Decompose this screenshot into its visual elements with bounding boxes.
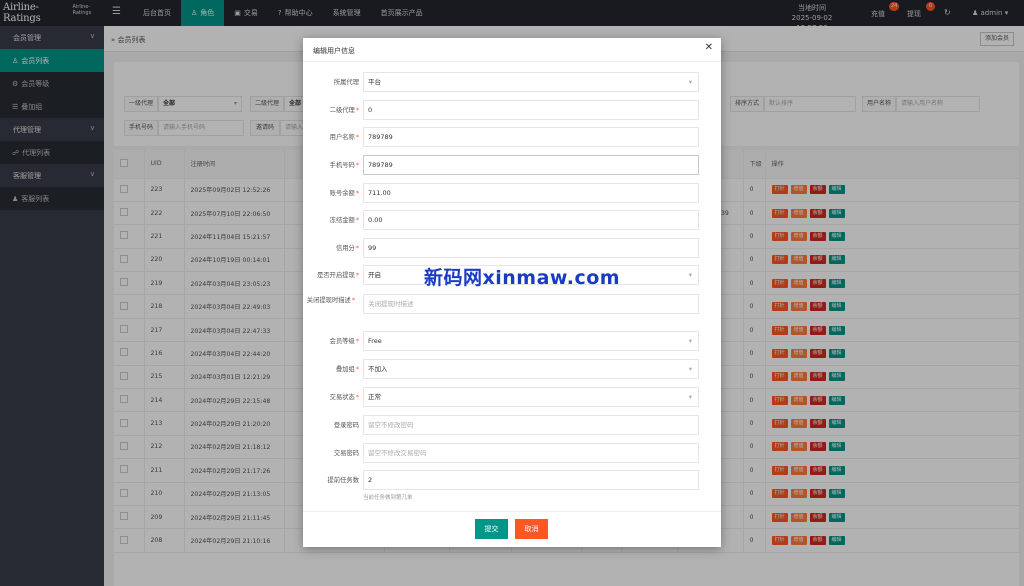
input-3[interactable]: 789789: [363, 155, 699, 175]
form-label-text: 会员等级: [329, 338, 355, 345]
input-5[interactable]: 0.00: [363, 210, 699, 230]
required-mark: *: [355, 217, 359, 224]
input-6[interactable]: 99: [363, 238, 699, 258]
form-label-text: 所属代理: [333, 79, 359, 86]
watermark-text: 新码网xinmaw.com: [424, 267, 621, 289]
required-mark: *: [355, 394, 359, 401]
required-mark: *: [355, 272, 359, 279]
form-label: 是否开启提现*: [303, 271, 359, 280]
close-icon[interactable]: ✕: [705, 43, 713, 53]
form-label: 用户名称*: [303, 133, 359, 142]
cancel-button[interactable]: 取消: [515, 519, 548, 539]
form-label-text: 二级代理: [329, 107, 355, 114]
form-label: 提前任务数: [303, 476, 359, 485]
modal-footer: 提交 取消: [303, 511, 721, 547]
form-label-text: 用户名称: [329, 134, 355, 141]
form-label: 会员等级*: [303, 337, 359, 346]
input-14[interactable]: 2: [363, 470, 699, 490]
input-8[interactable]: 关闭提现时描述: [363, 294, 699, 314]
select-11[interactable]: 正常: [363, 387, 699, 407]
input-4[interactable]: 711.00: [363, 183, 699, 203]
form-label: 信用分*: [303, 244, 359, 253]
form-label: 关闭提现时描述*: [303, 296, 355, 305]
required-mark: *: [355, 134, 359, 141]
form-label-text: 信用分: [335, 245, 355, 252]
modal-header: 编辑用户信息 ✕: [303, 38, 721, 62]
required-mark: *: [355, 366, 359, 373]
input-12[interactable]: 留空不修改密码: [363, 415, 699, 435]
input-1[interactable]: 0: [363, 100, 699, 120]
form-label: 二级代理*: [303, 106, 359, 115]
form-label: 手机号码*: [303, 161, 359, 170]
required-mark: *: [355, 107, 359, 114]
form-label: 账号余额*: [303, 189, 359, 198]
form-label-text: 提前任务数: [327, 477, 359, 484]
select-9[interactable]: Free: [363, 331, 699, 351]
edit-user-modal: 编辑用户信息 ✕ 所属代理平台二级代理*0用户名称*789789手机号码*789…: [303, 38, 721, 547]
form-label-text: 叠加组: [335, 366, 355, 373]
form-label: 交易密码: [303, 449, 359, 458]
field-hint: 当前任务做到第几单: [363, 495, 413, 501]
form-label-text: 交易状态: [329, 394, 355, 401]
form-label: 叠加组*: [303, 365, 359, 374]
input-13[interactable]: 留空不修改交易密码: [363, 443, 699, 463]
select-0[interactable]: 平台: [363, 72, 699, 92]
input-2[interactable]: 789789: [363, 127, 699, 147]
form-label: 登录密码: [303, 421, 359, 430]
form-label: 所属代理: [303, 78, 359, 87]
form-label-text: 登录密码: [333, 422, 359, 429]
required-mark: *: [351, 297, 355, 304]
form-label-text: 是否开启提现: [317, 272, 355, 279]
form-label-text: 交易密码: [333, 450, 359, 457]
form-label: 交易状态*: [303, 393, 359, 402]
modal-title: 编辑用户信息: [313, 47, 355, 55]
form-label: 冻结金额*: [303, 216, 359, 225]
submit-button[interactable]: 提交: [475, 519, 508, 539]
form-label-text: 关闭提现时描述: [306, 297, 351, 304]
form-label-text: 冻结金额: [329, 217, 355, 224]
required-mark: *: [355, 245, 359, 252]
required-mark: *: [355, 162, 359, 169]
required-mark: *: [355, 338, 359, 345]
required-mark: *: [355, 190, 359, 197]
form-label-text: 账号余额: [329, 190, 355, 197]
form-label-text: 手机号码: [329, 162, 355, 169]
select-10[interactable]: 不加入: [363, 359, 699, 379]
